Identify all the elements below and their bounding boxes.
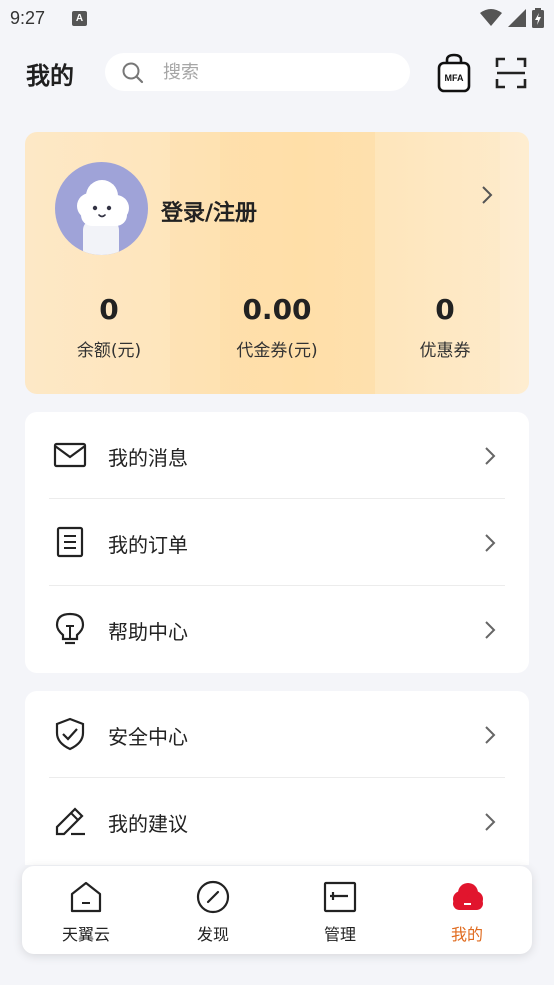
stat-coupon[interactable]: 0 优惠券 <box>365 292 525 361</box>
menu-item-security-center[interactable]: 安全中心 <box>25 691 529 778</box>
tab-label: 发现 <box>196 925 229 944</box>
search-input[interactable] <box>163 53 393 91</box>
tab-mine[interactable]: 我的 <box>412 866 522 954</box>
search-icon <box>122 62 144 84</box>
compass-icon <box>196 880 230 914</box>
menu-item-messages[interactable]: 我的消息 <box>25 412 529 499</box>
stat-label: 余额(元) <box>76 341 142 361</box>
tab-label: 天翼云 <box>61 925 110 944</box>
stat-label: 代金券(元) <box>236 341 318 361</box>
menu-item-label: 我的建议 <box>108 812 188 836</box>
status-icons <box>480 8 544 28</box>
status-time: 9:27 <box>10 8 46 28</box>
cloud-avatar-icon <box>77 180 129 255</box>
menu-group-primary: 我的消息 我的订单 帮助中心 <box>25 412 529 673</box>
stat-voucher[interactable]: 0.00 代金券(元) <box>197 292 357 361</box>
menu-item-orders[interactable]: 我的订单 <box>25 499 529 586</box>
bottom-tab-bar: 天翼云 发现 管理 我的 <box>22 866 532 954</box>
cloud-profile-icon <box>453 883 483 910</box>
a-notification-icon: A <box>72 11 87 26</box>
chevron-right-icon <box>485 813 496 831</box>
search-bar[interactable] <box>105 53 410 91</box>
stat-label: 优惠券 <box>419 341 471 361</box>
menu-item-label: 帮助中心 <box>108 620 188 644</box>
order-document-icon <box>56 526 84 558</box>
mfa-button[interactable]: MFA <box>437 53 471 93</box>
tab-home[interactable]: 天翼云 <box>31 866 141 954</box>
menu-item-help-center[interactable]: 帮助中心 <box>25 586 529 673</box>
menu-group-secondary: 安全中心 我的建议 <box>25 691 529 865</box>
tab-label: 管理 <box>323 925 356 944</box>
stat-balance[interactable]: 0 余额(元) <box>29 292 189 361</box>
stat-value: 0.00 <box>242 293 312 326</box>
tab-manage[interactable]: 管理 <box>285 866 395 954</box>
menu-item-label: 我的订单 <box>108 533 188 557</box>
menu-item-label: 安全中心 <box>108 725 188 749</box>
header: 我的 MFA <box>0 50 554 96</box>
home-icon <box>70 881 102 913</box>
menu-item-label: 我的消息 <box>108 446 188 470</box>
mfa-label: MFA <box>444 73 464 83</box>
battery-icon <box>532 8 544 28</box>
scan-icon[interactable] <box>495 57 527 89</box>
edit-pen-icon <box>55 807 85 836</box>
signal-icon <box>508 9 526 27</box>
tab-discover[interactable]: 发现 <box>158 866 268 954</box>
profile-card[interactable]: 登录/注册 0 余额(元) 0.00 代金券(元) 0 优惠券 <box>25 132 529 394</box>
avatar[interactable] <box>55 162 148 255</box>
page-title: 我的 <box>26 62 74 90</box>
chevron-right-icon <box>485 726 496 744</box>
tab-label: 我的 <box>450 925 483 944</box>
stat-value: 0 <box>99 293 119 326</box>
mail-icon <box>53 442 87 468</box>
lightbulb-icon <box>55 612 85 645</box>
chevron-right-icon <box>485 447 496 465</box>
chevron-right-icon[interactable] <box>480 184 494 206</box>
wifi-icon <box>480 9 502 26</box>
menu-item-suggestions[interactable]: 我的建议 <box>25 778 529 865</box>
chevron-right-icon <box>485 621 496 639</box>
stat-value: 0 <box>435 293 455 326</box>
login-register-link[interactable]: 登录/注册 <box>161 195 257 227</box>
shield-check-icon <box>55 717 85 751</box>
status-bar: 9:27 A <box>0 0 554 38</box>
manage-icon <box>323 881 357 913</box>
chevron-right-icon <box>485 534 496 552</box>
